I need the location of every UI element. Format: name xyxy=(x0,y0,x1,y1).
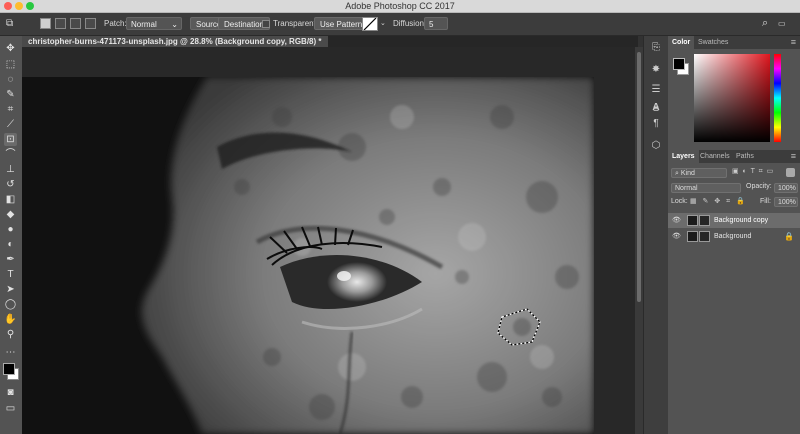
layer-thumbnail-alt xyxy=(699,215,710,226)
tool-preset-icon[interactable]: ⧉ xyxy=(6,17,20,30)
add-selection-icon[interactable] xyxy=(55,18,66,29)
window-title: Adobe Photoshop CC 2017 xyxy=(345,1,455,11)
layers-panel-tabs: Layers Channels Paths ≡ xyxy=(668,150,800,163)
diffusion-value: 5 xyxy=(429,20,434,29)
search-icon[interactable]: ⌕ xyxy=(762,17,768,30)
document-tab-bar: christopher-burns-471173-unsplash.jpg @ … xyxy=(22,36,638,47)
visibility-eye-icon[interactable]: 👁 xyxy=(672,229,681,244)
fill-label: Fill: xyxy=(760,198,771,205)
subtract-selection-icon[interactable] xyxy=(70,18,81,29)
quick-selection-tool-icon[interactable]: ✎ xyxy=(4,88,17,101)
window-title-bar: Adobe Photoshop CC 2017 xyxy=(0,0,800,13)
layer-filter-select[interactable]: ⌕ Kind xyxy=(671,168,727,178)
hue-slider[interactable] xyxy=(774,54,781,142)
screen-mode-icon[interactable]: ▭ xyxy=(4,402,17,415)
move-tool-icon[interactable]: ✥ xyxy=(4,42,17,55)
color-foreground-swatch[interactable] xyxy=(673,58,685,70)
tab-layers[interactable]: Layers xyxy=(668,150,699,163)
portrait-photo xyxy=(22,77,594,434)
layer-name: Background xyxy=(714,233,752,240)
eraser-tool-icon[interactable]: ◧ xyxy=(4,193,17,206)
more-tools-icon[interactable]: ⋯ xyxy=(4,346,17,359)
crop-tool-icon[interactable]: ⌗ xyxy=(4,103,17,116)
layer-thumbnail-alt xyxy=(699,231,710,242)
lock-icons[interactable]: ▦ ✎ ✥ ⌗ 🔒 xyxy=(690,197,747,206)
opacity-input[interactable]: 100% xyxy=(774,183,798,193)
layer-row-background[interactable]: 👁 Background 🔒 xyxy=(668,229,800,244)
ellipse-tool-icon[interactable]: ◯ xyxy=(4,298,17,311)
marquee-tool-icon[interactable]: ⬚ xyxy=(4,58,17,71)
chevron-down-icon: ⌄ xyxy=(171,20,178,29)
intersect-selection-icon[interactable] xyxy=(85,18,96,29)
tools-panel: ✥ ⬚ ◌ ✎ ⌗ ⟋ ⊡ ⌒ ⊥ ↺ ◧ ◆ ● ◐ ✒ T ➤ ◯ ✋ ⚲ … xyxy=(0,36,23,434)
path-selection-tool-icon[interactable]: ➤ xyxy=(4,283,17,296)
foreground-color-swatch[interactable] xyxy=(3,363,15,375)
layer-thumbnail xyxy=(687,231,698,242)
brush-tool-icon[interactable]: ⌒ xyxy=(4,148,17,161)
document-image[interactable] xyxy=(22,77,594,434)
3d-panel-icon[interactable]: ⬡ xyxy=(650,140,662,152)
transparent-checkbox[interactable] xyxy=(262,20,270,28)
layer-filter-kind: Kind xyxy=(680,170,695,177)
patch-mode-value: Normal xyxy=(131,20,157,29)
paragraph-panel-icon[interactable]: ¶ xyxy=(650,118,662,130)
stamp-tool-icon[interactable]: ⊥ xyxy=(4,163,17,176)
document-tab[interactable]: christopher-burns-471173-unsplash.jpg @ … xyxy=(22,36,328,47)
pen-tool-icon[interactable]: ✒ xyxy=(4,253,17,266)
filter-toggle-icon[interactable] xyxy=(786,168,795,177)
diffusion-input[interactable]: 5 xyxy=(424,17,448,30)
quick-mask-icon[interactable]: ◙ xyxy=(4,386,17,399)
layer-filter-icons[interactable]: ▣ ◐ T ⌗ ▭ xyxy=(732,167,774,176)
scrollbar-thumb[interactable] xyxy=(637,52,641,302)
dodge-tool-icon[interactable]: ◐ xyxy=(4,238,17,251)
visibility-eye-icon[interactable]: 👁 xyxy=(672,213,681,228)
pattern-slash-icon xyxy=(363,18,377,30)
adjustments-icon[interactable]: ☰ xyxy=(650,84,662,96)
history-panel-icon[interactable]: ⎘ xyxy=(650,42,662,54)
type-tool-icon[interactable]: T xyxy=(4,268,17,281)
collapsed-panels-strip: ⎘ ✸ ☰ ≡ A ¶ ⬡ xyxy=(643,36,669,434)
color-field[interactable] xyxy=(694,54,770,142)
tab-color[interactable]: Color xyxy=(668,36,695,49)
canvas-area[interactable] xyxy=(22,47,635,434)
tab-swatches[interactable]: Swatches xyxy=(694,36,732,49)
layer-row-background-copy[interactable]: 👁 Background copy xyxy=(668,213,800,228)
zoom-tool-icon[interactable]: ⚲ xyxy=(4,328,17,341)
color-panel-tabs: Color Swatches ≡ xyxy=(668,36,800,49)
panel-menu-icon[interactable]: ≡ xyxy=(791,36,796,49)
transparent-label: Transparent xyxy=(273,19,316,28)
paint-bucket-tool-icon[interactable]: ◆ xyxy=(4,208,17,221)
blend-mode-value: Normal xyxy=(675,185,698,192)
character-panel-icon[interactable]: A xyxy=(650,102,662,114)
patch-mode-select[interactable]: Normal ⌄ xyxy=(126,17,182,30)
options-bar: ⧉ Patch: Normal ⌄ Source Destination Tra… xyxy=(0,13,800,36)
use-pattern-button[interactable]: Use Pattern xyxy=(314,17,369,30)
diffusion-label: Diffusion: xyxy=(393,19,427,28)
blur-tool-icon[interactable]: ● xyxy=(4,223,17,236)
hand-tool-icon[interactable]: ✋ xyxy=(4,313,17,326)
document-tab-title: christopher-burns-471173-unsplash.jpg @ … xyxy=(28,37,322,46)
eyedropper-tool-icon[interactable]: ⟋ xyxy=(4,118,17,131)
lock-label: Lock: xyxy=(671,198,688,205)
blend-mode-select[interactable]: Normal xyxy=(671,183,741,193)
lasso-tool-icon[interactable]: ◌ xyxy=(4,73,17,86)
pattern-swatch[interactable] xyxy=(362,17,378,31)
patch-label: Patch: xyxy=(104,19,127,28)
patch-tool-icon[interactable]: ⊡ xyxy=(4,133,17,146)
layer-name: Background copy xyxy=(714,217,769,224)
lock-icon: 🔒 xyxy=(784,232,794,241)
brush-presets-icon[interactable]: ✸ xyxy=(650,64,662,76)
layers-menu-icon[interactable]: ≡ xyxy=(791,150,796,163)
tab-channels[interactable]: Channels xyxy=(696,150,734,163)
opacity-label: Opacity: xyxy=(746,183,772,190)
tab-paths[interactable]: Paths xyxy=(732,150,758,163)
canvas-vertical-scrollbar[interactable] xyxy=(635,47,643,434)
layer-thumbnail xyxy=(687,215,698,226)
pattern-dropdown-icon[interactable]: ⌄ xyxy=(380,17,386,30)
history-brush-tool-icon[interactable]: ↺ xyxy=(4,178,17,191)
new-selection-icon[interactable] xyxy=(40,18,51,29)
fill-input[interactable]: 100% xyxy=(774,197,798,207)
workspace-icon[interactable]: ▭ xyxy=(778,17,791,30)
right-panel-dock: Color Swatches ≡ Layers Channels Paths ≡… xyxy=(668,36,800,434)
